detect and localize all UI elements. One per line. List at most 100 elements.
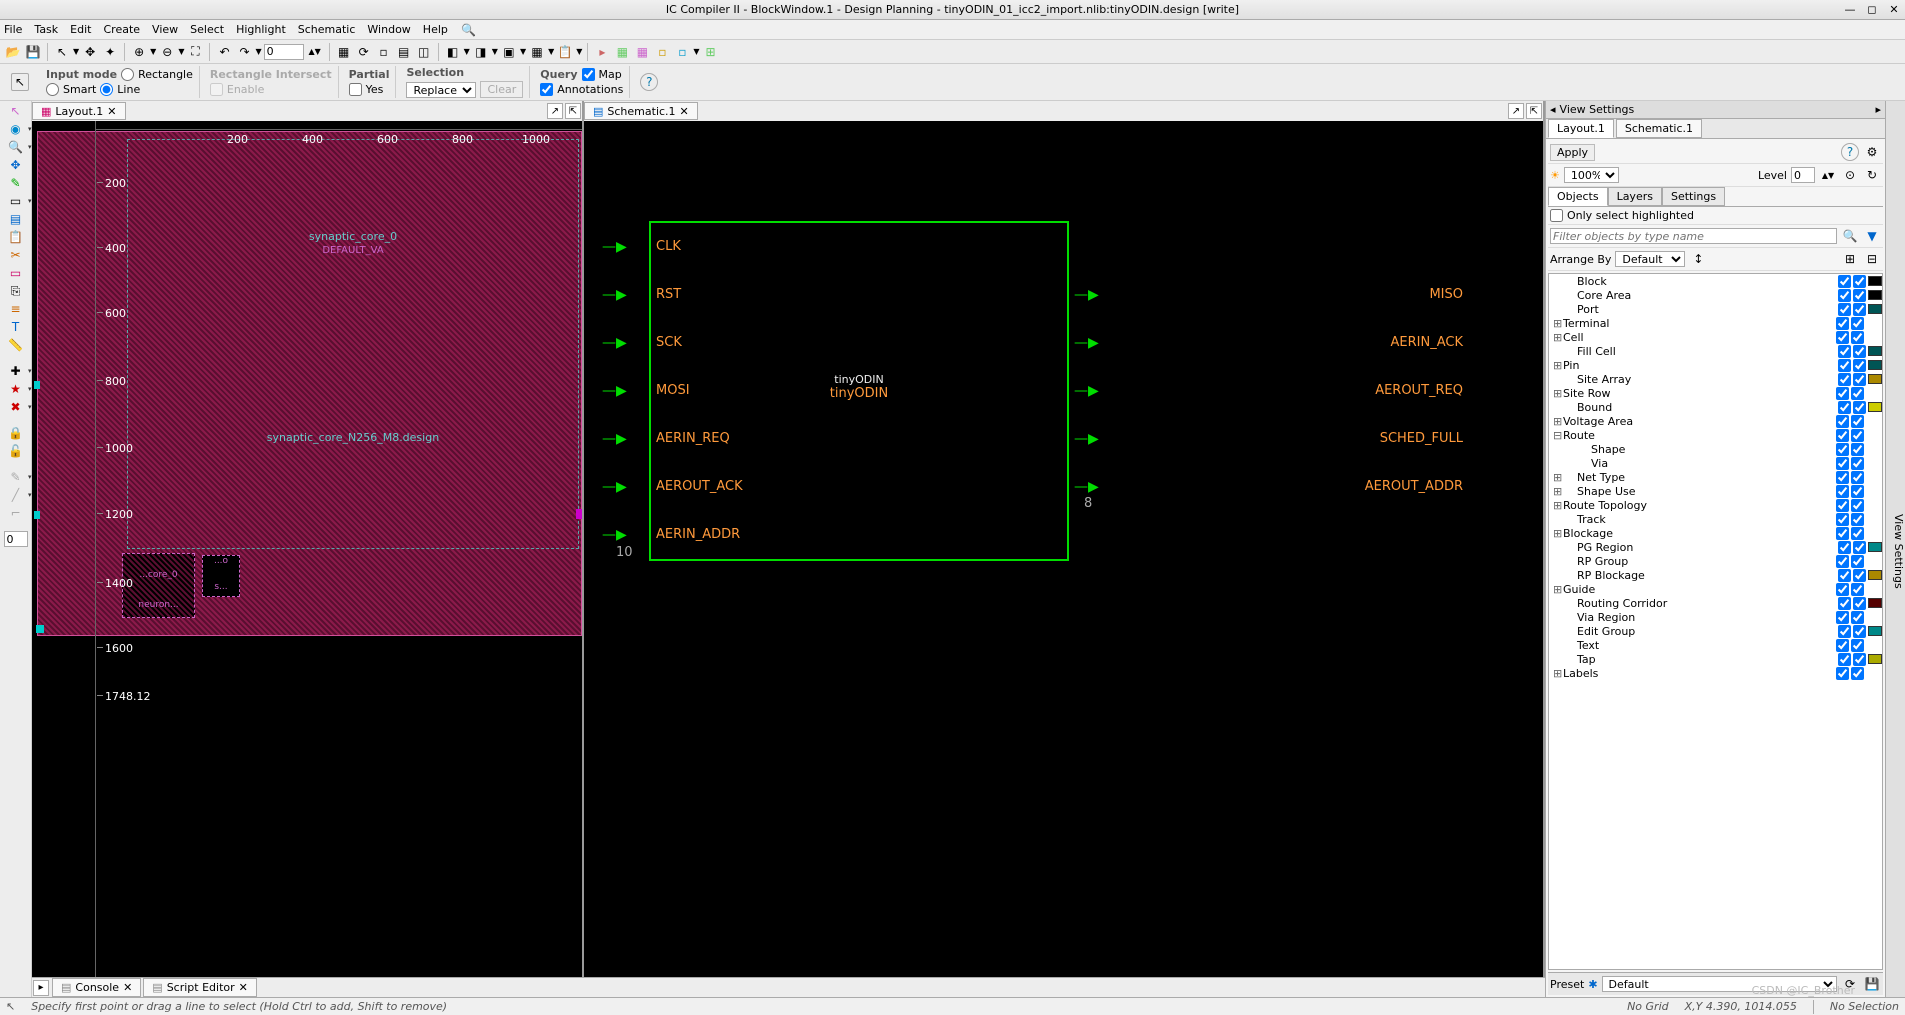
subtab-settings[interactable]: Settings: [1662, 187, 1725, 206]
sel-check[interactable]: [1853, 345, 1866, 358]
sel-check[interactable]: [1853, 303, 1866, 316]
menu-select[interactable]: Select: [190, 23, 224, 36]
save-icon[interactable]: 💾: [24, 43, 42, 61]
tree-row[interactable]: PG Region: [1549, 540, 1882, 554]
schem-tab-close-icon[interactable]: ✕: [680, 105, 689, 118]
tree-row[interactable]: ⊞Cell: [1549, 330, 1882, 344]
panel-pin-icon[interactable]: ▸: [1875, 103, 1881, 116]
help-icon[interactable]: ?: [640, 73, 658, 91]
vis-check[interactable]: [1836, 485, 1849, 498]
zoom-in-icon[interactable]: ⊕: [130, 43, 148, 61]
arrow-icon[interactable]: ↖: [8, 103, 24, 119]
sel-check[interactable]: [1851, 583, 1864, 596]
sel-check[interactable]: [1853, 359, 1866, 372]
maximize-icon[interactable]: ◻: [1865, 3, 1879, 17]
expand-icon[interactable]: ⊞: [1553, 317, 1563, 330]
tree-row[interactable]: Bound: [1549, 400, 1882, 414]
color-swatch[interactable]: [1868, 598, 1882, 608]
tree-row[interactable]: RP Group: [1549, 554, 1882, 568]
eye-icon[interactable]: ◉: [8, 121, 24, 137]
sel-check[interactable]: [1851, 667, 1864, 680]
move-icon[interactable]: ✥: [8, 157, 24, 173]
vis-check[interactable]: [1838, 373, 1851, 386]
tree-row[interactable]: Via Region: [1549, 610, 1882, 624]
spin-up-icon[interactable]: ▲▼: [306, 43, 324, 61]
target-icon[interactable]: ⊙: [1841, 166, 1859, 184]
tree-row[interactable]: Routing Corridor: [1549, 596, 1882, 610]
rect2-icon[interactable]: ▭: [8, 265, 24, 281]
console-close-icon[interactable]: ✕: [123, 981, 132, 994]
filter-funnel-icon[interactable]: ▼: [1863, 227, 1881, 245]
expand-icon[interactable]: ⊞: [1553, 583, 1563, 596]
layer-icon[interactable]: ▦: [335, 43, 353, 61]
hl6-icon[interactable]: ⊞: [702, 43, 720, 61]
vs-tab-layout[interactable]: Layout.1: [1548, 119, 1614, 138]
win4-icon[interactable]: ▦: [528, 43, 546, 61]
tree-row[interactable]: Track: [1549, 512, 1882, 526]
subtab-layers[interactable]: Layers: [1608, 187, 1662, 206]
menu-help[interactable]: Help: [423, 23, 448, 36]
sel-check[interactable]: [1853, 289, 1866, 302]
layout-tab-close-icon[interactable]: ✕: [107, 105, 116, 118]
sel-check[interactable]: [1853, 625, 1866, 638]
sel-check[interactable]: [1853, 653, 1866, 666]
selection-mode-select[interactable]: Replace: [406, 82, 476, 98]
layout-canvas[interactable]: synaptic_core_0 DEFAULT_VA synaptic_core…: [32, 121, 582, 977]
tree-row[interactable]: ⊞Site Row: [1549, 386, 1882, 400]
x-icon[interactable]: ✖: [8, 399, 24, 415]
subtab-objects[interactable]: Objects: [1548, 187, 1608, 206]
win3-icon[interactable]: ▣: [500, 43, 518, 61]
expand-icon[interactable]: ⊞: [1553, 527, 1563, 540]
sel-check[interactable]: [1851, 555, 1864, 568]
unlock-icon[interactable]: 🔓: [8, 443, 24, 459]
cursor-icon[interactable]: ↖: [53, 43, 71, 61]
sel-check[interactable]: [1851, 611, 1864, 624]
vis-check[interactable]: [1838, 289, 1851, 302]
expand-icon[interactable]: ⊞: [1553, 331, 1563, 344]
expand-icon[interactable]: ⊞: [1553, 471, 1563, 484]
sel-check[interactable]: [1853, 597, 1866, 610]
vis-check[interactable]: [1838, 569, 1851, 582]
menu-schematic[interactable]: Schematic: [298, 23, 356, 36]
yes-check[interactable]: [349, 83, 362, 96]
menu-view[interactable]: View: [152, 23, 178, 36]
line-radio[interactable]: [100, 83, 113, 96]
hl2-icon[interactable]: ▦: [613, 43, 631, 61]
color-swatch[interactable]: [1868, 374, 1882, 384]
tree-row[interactable]: Block: [1549, 274, 1882, 288]
preset-save-icon[interactable]: 💾: [1863, 975, 1881, 993]
sel-check[interactable]: [1851, 527, 1864, 540]
tree-row[interactable]: ⊞Shape Use: [1549, 484, 1882, 498]
tree-row[interactable]: ⊞Voltage Area: [1549, 414, 1882, 428]
rect-icon[interactable]: ▭: [8, 193, 24, 209]
hl3-icon[interactable]: ▦: [633, 43, 651, 61]
sel-check[interactable]: [1853, 373, 1866, 386]
search-icon[interactable]: 🔍: [460, 21, 478, 39]
color-swatch[interactable]: [1868, 542, 1882, 552]
layout-detach-icon[interactable]: ⇱: [565, 103, 581, 119]
lock-icon[interactable]: 🔒: [8, 425, 24, 441]
vis-check[interactable]: [1838, 275, 1851, 288]
vis-check[interactable]: [1838, 359, 1851, 372]
vs-tab-schem[interactable]: Schematic.1: [1616, 119, 1702, 138]
sel-check[interactable]: [1851, 415, 1864, 428]
menu-edit[interactable]: Edit: [70, 23, 91, 36]
vis-check[interactable]: [1836, 513, 1849, 526]
line-icon[interactable]: ╱: [8, 487, 24, 503]
color-swatch[interactable]: [1868, 654, 1882, 664]
win-icon[interactable]: ◧: [444, 43, 462, 61]
tree-row[interactable]: ⊞Guide: [1549, 582, 1882, 596]
sel-mode-icon[interactable]: ↖: [11, 73, 29, 91]
sel-check[interactable]: [1851, 317, 1864, 330]
vis-check[interactable]: [1838, 597, 1851, 610]
only-select-check[interactable]: [1550, 209, 1563, 222]
pencil-icon[interactable]: ✎: [8, 469, 24, 485]
sel-check[interactable]: [1853, 541, 1866, 554]
left-spin-value[interactable]: [4, 531, 28, 547]
sel-check[interactable]: [1851, 457, 1864, 470]
vis-check[interactable]: [1836, 555, 1849, 568]
expand-icon[interactable]: ⊞: [1553, 667, 1563, 680]
sel-check[interactable]: [1853, 275, 1866, 288]
tree-row[interactable]: Text: [1549, 638, 1882, 652]
expand-icon[interactable]: ⊟: [1553, 429, 1563, 442]
